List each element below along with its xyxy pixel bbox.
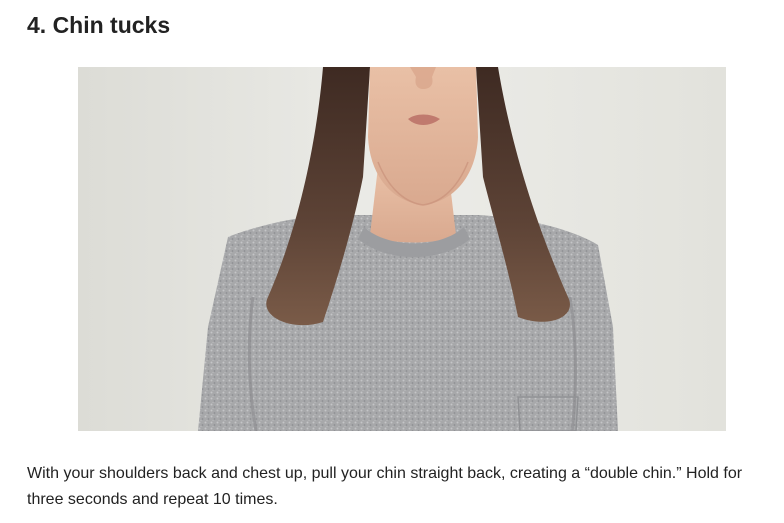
section-heading: 4. Chin tucks [27, 12, 171, 38]
instruction-text: With your shoulders back and chest up, p… [27, 465, 743, 508]
exercise-demo-image [78, 67, 726, 431]
chin-tuck-illustration [78, 67, 726, 431]
